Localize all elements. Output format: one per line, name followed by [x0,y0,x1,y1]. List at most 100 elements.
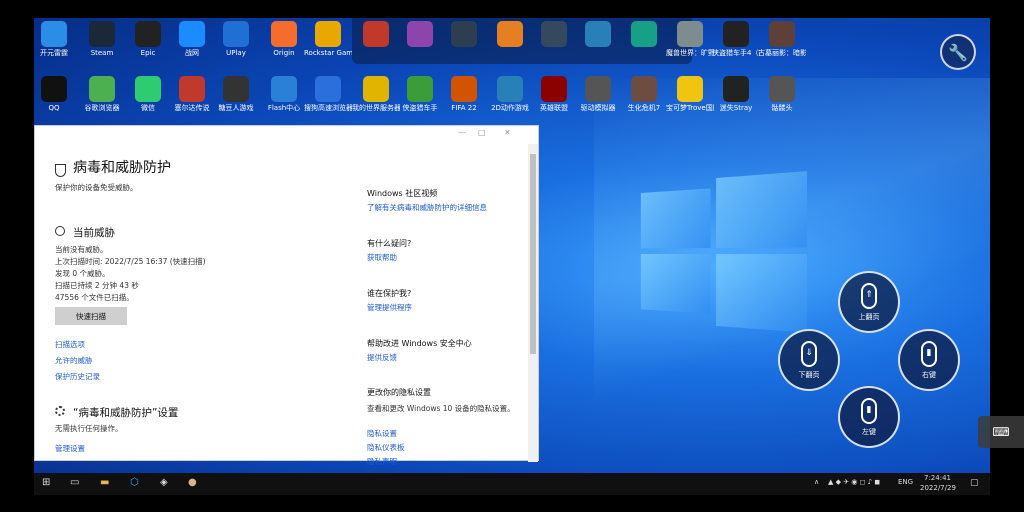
desktop-icon[interactable]: Origin [260,21,308,69]
minimize-icon[interactable]: — [458,128,466,137]
desktop-icon[interactable] [352,21,400,69]
chevron-up-icon[interactable]: ∧ [814,478,819,486]
right-heading: Windows 社区视频 [367,189,438,198]
desktop-icon[interactable] [486,21,534,69]
settings-text: 无需执行任何操作。 [55,424,123,433]
mouse-right-icon: ▮ [921,341,937,367]
keyboard-icon[interactable]: ⌨ [978,416,1024,448]
desktop-icon[interactable]: 战网 [168,21,216,69]
quick-scan-button[interactable]: 快速扫描 [55,307,127,325]
allowed-threats-link[interactable]: 允许的威胁 [55,355,93,366]
page-down-label: 下翻页 [798,371,820,379]
desktop: 开元雷霆 Steam Epic 战网 UPlay Origin Rockstar Games… [34,18,990,473]
desktop-icon[interactable]: QQ [34,76,78,124]
desktop-icon[interactable]: 魔兽世界：旷野之息 [666,21,714,69]
app-icon [585,21,611,47]
wrench-icon[interactable]: 🔧 [940,34,976,70]
skull-icon [769,76,795,102]
app-icon[interactable]: ⬡ [130,477,139,488]
cat-icon [723,76,749,102]
desktop-icon[interactable]: 驱动模拟器 [574,76,622,124]
desktop-icon-label: 侠盗猎车手 [402,104,438,112]
scrollbar[interactable] [528,144,538,462]
desktop-icon[interactable]: 搜狗高速浏览器 [304,76,352,124]
desktop-icon-label: Steam [90,49,114,57]
scan-options-link[interactable]: 扫描选项 [55,339,85,350]
language-indicator[interactable]: ENG [898,478,913,486]
manage-providers-link[interactable]: 管理提供程序 [367,302,412,313]
desktop-icon-label: FIFA 22 [451,104,477,112]
desktop-icon[interactable]: 英雄联盟 [530,76,578,124]
desktop-icon[interactable] [440,21,488,69]
get-help-link[interactable]: 获取帮助 [367,252,397,263]
desktop-icon[interactable]: 宝可梦Trove国际服 [666,76,714,124]
desktop-icon[interactable]: 糖豆人游戏 [212,76,260,124]
desktop-icon-label: 迷失Stray [719,104,753,112]
desktop-icon[interactable]: 骷髅头 [758,76,806,124]
desktop-icon[interactable]: 我的世界服务器 [352,76,400,124]
security-window: — □ ✕ 病毒和威胁防护 保护你的设备免受威胁。 当前威胁 当前没有威胁。 上… [34,125,539,466]
privacy-statement-link[interactable]: 隐私声明 [367,456,397,467]
desktop-icon[interactable]: UPlay [212,21,260,69]
desktop-icon-label: 骷髅头 [771,104,793,112]
desktop-icon[interactable]: 塞尔达传说 [168,76,216,124]
tray-icons[interactable]: ▲ ◆ ✈ ◉ ◻ ♪ ◼ [828,478,880,486]
clock-time[interactable]: 7:24:41 [924,474,951,482]
security-icon[interactable]: ◈ [160,477,168,488]
desktop-icon[interactable] [620,21,668,69]
privacy-settings-link[interactable]: 隐私设置 [367,428,397,439]
desktop-icon[interactable]: 侠盗猎车手4（在线版） [712,21,760,69]
game-icon [223,76,249,102]
shield-icon [55,164,66,177]
desktop-icon[interactable]: Flash中心 [260,76,308,124]
feedback-link[interactable]: 提供反馈 [367,352,397,363]
desktop-icon[interactable]: FIFA 22 [440,76,488,124]
desktop-icon[interactable] [396,21,444,69]
task-view-icon[interactable]: ▭ [70,477,79,488]
desktop-icon[interactable] [530,21,578,69]
desktop-icon-label: 古墓丽影：暗影 [758,49,806,57]
protection-history-link[interactable]: 保护历史记录 [55,371,100,382]
desktop-icon-label: 宝可梦Trove国际服 [666,104,714,112]
desktop-icon[interactable]: 迷失Stray [712,76,760,124]
desktop-icon-label: 英雄联盟 [540,104,568,112]
right-click-button[interactable]: ▮ 右键 [898,329,960,391]
desktop-icon[interactable]: Epic [124,21,172,69]
desktop-icon-label: Epic [140,49,156,57]
avatar[interactable]: ● [188,477,197,488]
desktop-icon-label: 侠盗猎车手4（在线版） [712,49,760,57]
start-icon[interactable]: ⊞ [42,477,50,488]
close-icon[interactable]: ✕ [504,128,511,137]
desktop-icon-label: 微信 [141,104,155,112]
desktop-icon-label: 驱动模拟器 [580,104,616,112]
threat-line: 当前没有威胁。 [55,245,108,254]
file-explorer-icon[interactable]: ▬ [100,477,109,488]
game-icon [585,76,611,102]
desktop-icon[interactable]: Rockstar Games [304,21,352,69]
page-up-button[interactable]: ⇑ 上翻页 [838,271,900,333]
desktop-icon[interactable]: Steam [78,21,126,69]
desktop-icon-label: 糖豆人游戏 [218,104,254,112]
left-click-button[interactable]: ▮ 左键 [838,386,900,448]
desktop-icon[interactable]: 侠盗猎车手 [396,76,444,124]
game-icon [179,76,205,102]
page-down-button[interactable]: ⇓ 下翻页 [778,329,840,391]
notification-icon[interactable]: ▢ [970,478,979,488]
desktop-icon[interactable]: 生化危机7 [620,76,668,124]
manage-settings-link[interactable]: 管理设置 [55,443,85,454]
desktop-icon[interactable]: 微信 [124,76,172,124]
desktop-icon[interactable]: 古墓丽影：暗影 [758,21,806,69]
desktop-icon[interactable]: 谷歌浏览器 [78,76,126,124]
desktop-icon[interactable]: 开元雷霆 [34,21,78,69]
game-icon [769,21,795,47]
steam-icon [89,21,115,47]
sogou-icon [315,76,341,102]
maximize-icon[interactable]: □ [478,128,486,137]
clock-date[interactable]: 2022/7/29 [920,484,956,492]
privacy-dashboard-link[interactable]: 隐私仪表板 [367,442,405,453]
learn-more-link[interactable]: 了解有关病毒和威胁防护的详细信息 [367,202,487,213]
desktop-icon[interactable] [574,21,622,69]
app-icon [451,21,477,47]
desktop-icon[interactable]: 2D动作游戏 [486,76,534,124]
scroll-down-icon: ⇓ [801,341,817,367]
